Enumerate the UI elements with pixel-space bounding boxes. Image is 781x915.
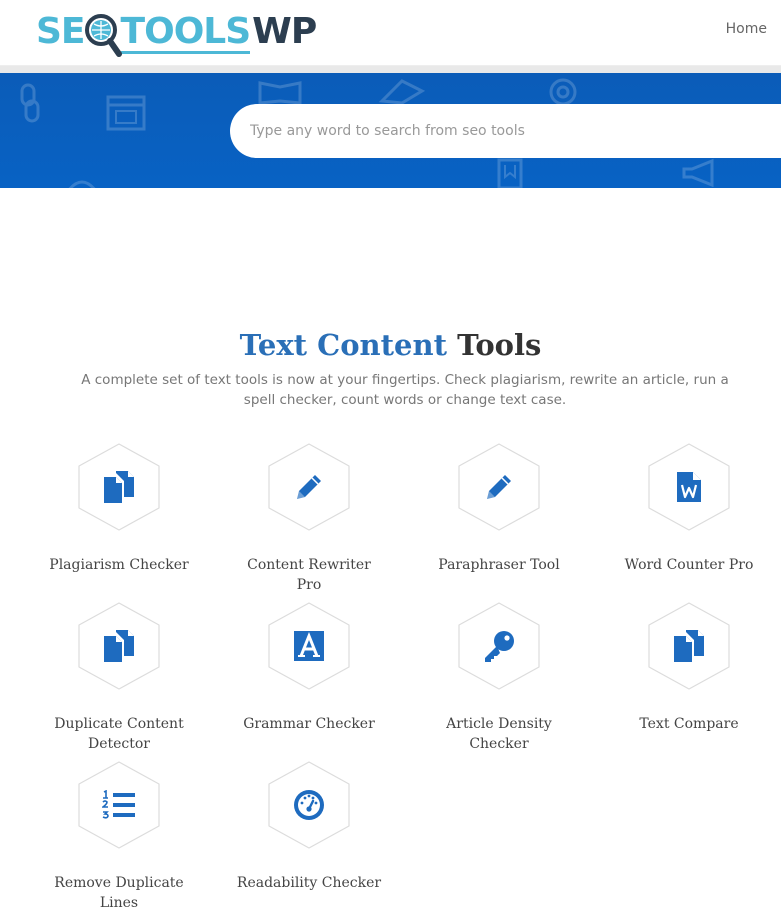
tool-text-compare[interactable]: Text Compare <box>594 602 781 734</box>
pencil-icon <box>297 475 321 499</box>
tool-label: Readability Checker <box>236 875 382 891</box>
nav-home-link[interactable]: Home <box>726 21 767 37</box>
megaphone-decor-icon <box>682 158 714 187</box>
tool-label: Word Counter Pro <box>624 557 754 573</box>
tool-grammar-checker[interactable]: Grammar Checker <box>214 602 404 734</box>
pencil-icon <box>487 475 511 499</box>
site-logo[interactable]: SE TOOLS WP <box>36 10 317 60</box>
tool-label: Duplicate Content Detector <box>54 716 184 752</box>
search-input[interactable] <box>230 104 781 158</box>
tool-plagiarism-checker[interactable]: Plagiarism Checker <box>24 443 214 575</box>
tool-label: Text Compare <box>639 716 739 732</box>
copy-icon <box>104 630 134 662</box>
tool-hex-badge <box>267 761 351 849</box>
tool-content-rewriter-pro[interactable]: Content Rewriter Pro <box>214 443 404 595</box>
tool-remove-duplicate-lines[interactable]: Remove Duplicate Lines <box>24 761 214 913</box>
logo-text-wp: WP <box>252 11 317 52</box>
browser-decor-icon <box>106 95 146 131</box>
target-decor-icon <box>549 78 577 106</box>
tool-article-density-checker[interactable]: Article Density Checker <box>404 602 594 754</box>
tool-hex-badge <box>457 443 541 531</box>
gauge-icon <box>294 790 324 820</box>
book-decor-icon <box>258 81 302 105</box>
tool-paraphraser[interactable]: Paraphraser Tool <box>404 443 594 575</box>
link-decor-icon <box>20 83 40 123</box>
tool-hex-badge <box>647 602 731 690</box>
tool-label: Remove Duplicate Lines <box>54 875 184 911</box>
tool-hex-badge <box>267 602 351 690</box>
cursor-decor-icon <box>68 180 96 188</box>
tool-hex-badge <box>457 602 541 690</box>
key-icon <box>485 631 514 662</box>
section-title: Text Content Tools <box>0 326 781 364</box>
section-title-rest: Tools <box>457 328 542 362</box>
logo-text-seo: SE <box>36 11 86 52</box>
copy-icon <box>104 471 134 503</box>
tool-label: Grammar Checker <box>243 716 375 732</box>
bookmark-decor-icon <box>497 158 523 188</box>
word-document-icon <box>677 472 701 502</box>
tool-hex-badge <box>77 761 161 849</box>
tool-hex-badge <box>267 443 351 531</box>
section-description: A complete set of text tools is now at y… <box>81 372 729 408</box>
site-header: SE TOOLS WP Home <box>0 0 781 66</box>
tool-label: Plagiarism Checker <box>49 557 189 573</box>
font-a-icon <box>294 631 324 661</box>
logo-text-tools: TOOLS <box>120 11 251 54</box>
tool-duplicate-content-detector[interactable]: Duplicate Content Detector <box>24 602 214 754</box>
tool-label: Paraphraser Tool <box>438 557 560 573</box>
tool-label: Content Rewriter Pro <box>247 557 371 593</box>
tool-hex-badge <box>77 602 161 690</box>
section-title-highlight: Text Content <box>239 328 447 362</box>
tool-hex-badge <box>77 443 161 531</box>
paper-decor-icon <box>378 79 426 105</box>
tool-label: Article Density Checker <box>446 716 552 752</box>
hero-banner <box>0 73 781 188</box>
tool-readability-checker[interactable]: Readability Checker <box>214 761 404 893</box>
numbered-list-icon <box>102 790 135 819</box>
header-divider <box>0 66 781 73</box>
tool-hex-badge <box>647 443 731 531</box>
magnifier-icon <box>83 10 123 57</box>
tool-word-counter-pro[interactable]: Word Counter Pro <box>594 443 781 575</box>
copy-icon <box>674 630 704 662</box>
